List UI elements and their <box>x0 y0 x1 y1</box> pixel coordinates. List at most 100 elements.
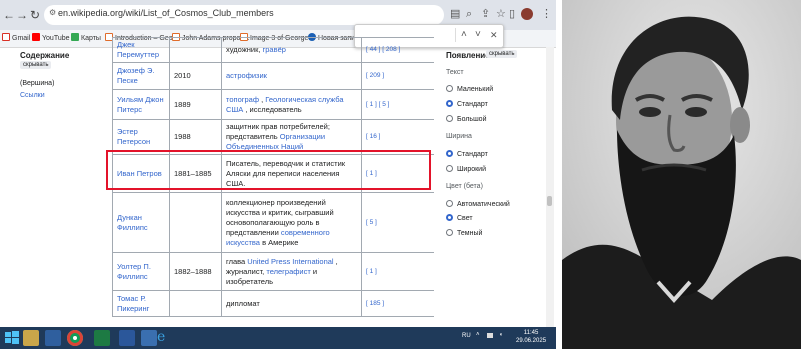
translate-icon[interactable]: ▤ <box>450 8 460 20</box>
reference-link[interactable]: [ 209 ] <box>361 62 434 90</box>
description-text: глава <box>226 256 248 266</box>
clock-date: 29.06.2025 <box>516 338 547 344</box>
internet-explorer-icon[interactable]: e <box>157 329 165 345</box>
color-group-label: Цвет (бета) <box>446 183 483 190</box>
member-name-link[interactable]: Джек Перемуттер <box>117 40 159 59</box>
contents-title: Содержание <box>20 51 70 60</box>
table-row: Дункан Филлипс коллекционер произведений… <box>112 192 434 253</box>
notes-app-icon[interactable] <box>45 330 61 346</box>
contents-hide-button[interactable]: скрывать <box>20 61 52 69</box>
years-cell <box>169 37 222 63</box>
site-info-icon[interactable]: ⚙ <box>49 8 56 17</box>
years-cell <box>169 290 222 317</box>
table-row: Уильям Джон Питерс 1889 топограф , Геоло… <box>112 89 434 120</box>
member-name-link[interactable]: Уолтер П. Филлипс <box>117 262 151 281</box>
file-explorer-icon[interactable] <box>23 330 39 346</box>
start-button[interactable] <box>4 330 20 346</box>
word-icon[interactable] <box>119 330 135 346</box>
reload-icon[interactable]: ↻ <box>28 0 42 30</box>
contents-top-link[interactable]: (Вершина) <box>20 80 54 87</box>
url-text: en.wikipedia.org/wiki/List_of_Cosmos_Clu… <box>58 8 274 18</box>
appearance-hide-button[interactable]: скрывать <box>486 50 518 58</box>
find-prev-icon[interactable]: ˄ <box>461 29 467 40</box>
description-text: , исследователь <box>243 104 302 114</box>
reference-link[interactable]: [ 44 ] [ 208 ] <box>361 37 434 63</box>
maps-icon <box>71 33 79 41</box>
profile-avatar[interactable] <box>521 8 533 20</box>
gmail-icon <box>2 33 10 41</box>
radio-selected-icon <box>446 150 453 157</box>
radio-icon <box>446 85 453 92</box>
share-icon[interactable]: ⇪ <box>481 8 490 20</box>
table-row: Томас Р. Пикеринг дипломат [ 185 ] <box>112 290 434 317</box>
chrome-icon[interactable] <box>67 330 83 346</box>
sidepanel-icon[interactable]: ▯ <box>509 8 515 20</box>
description-link[interactable]: телеграфист <box>266 267 310 276</box>
years-cell: 1882–1888 <box>169 252 222 291</box>
input-language[interactable]: RU <box>462 333 471 339</box>
scrollbar-thumb[interactable] <box>547 196 552 206</box>
width-wide-option[interactable]: Широкий <box>446 165 486 173</box>
member-name-link[interactable]: Эстер Петерсон <box>117 127 150 146</box>
description-text: художник, <box>226 45 263 54</box>
width-group-label: Ширина <box>446 133 472 140</box>
forward-icon[interactable]: → <box>15 0 29 30</box>
table-row: Уолтер П. Филлипс 1882–1888 глава United… <box>112 252 434 291</box>
url-field[interactable]: ⚙ en.wikipedia.org/wiki/List_of_Cosmos_C… <box>44 5 444 25</box>
reference-link[interactable]: [ 185 ] <box>361 290 434 317</box>
reference-link[interactable]: [ 1 ] [ 5 ] <box>361 89 434 120</box>
description-link[interactable]: гравёр <box>263 45 286 54</box>
description-text: в Америке <box>259 237 299 247</box>
radio-icon <box>446 165 453 172</box>
text-size-group-label: Текст <box>446 69 464 76</box>
highlight-box <box>106 150 431 190</box>
table-row: Джек Перемуттер художник, гравёр [ 44 ] … <box>112 37 434 63</box>
member-name-link[interactable]: Томас Р. Пикеринг <box>117 294 149 313</box>
search-icon[interactable]: ⌕ <box>466 8 472 20</box>
contents-sources-link[interactable]: Ссылки <box>20 92 45 99</box>
paint-icon[interactable] <box>141 330 157 346</box>
find-close-icon[interactable]: ✕ <box>490 30 498 41</box>
clock-time: 11:45 <box>523 330 539 336</box>
radio-icon <box>446 229 453 236</box>
radio-icon <box>446 115 453 122</box>
radio-selected-icon <box>446 214 453 221</box>
find-next-icon[interactable]: ˅ <box>475 29 481 40</box>
years-cell: 2010 <box>169 62 222 90</box>
scrollbar[interactable] <box>546 47 554 327</box>
excel-icon[interactable] <box>94 330 110 346</box>
description-link[interactable]: топограф <box>226 95 259 104</box>
color-light-option[interactable]: Свет <box>446 214 473 222</box>
radio-selected-icon <box>446 100 453 107</box>
menu-icon[interactable]: ⋮ <box>541 8 552 20</box>
bookmark-star-icon[interactable]: ☆ <box>496 8 506 20</box>
bookmark-youtube[interactable]: YouTube <box>32 33 70 44</box>
clock[interactable]: 11:45 29.06.2025 <box>516 329 546 345</box>
bookmark-maps[interactable]: Карты <box>71 33 101 44</box>
appearance-title: Появление <box>446 51 490 60</box>
volume-icon[interactable]: ◖ <box>499 332 503 338</box>
member-name-link[interactable]: Дункан Филлипс <box>117 213 148 232</box>
text-size-small-option[interactable]: Маленький <box>446 85 493 93</box>
reference-link[interactable]: [ 5 ] <box>361 192 434 253</box>
youtube-icon <box>32 33 40 41</box>
tray-arrow-icon[interactable]: ˄ <box>476 332 480 338</box>
text-size-standard-option[interactable]: Стандарт <box>446 100 488 108</box>
text-size-large-option[interactable]: Большой <box>446 115 486 123</box>
browser-screenshot: ← → ↻ ⚙ en.wikipedia.org/wiki/List_of_Co… <box>0 0 556 349</box>
description-link[interactable]: United Press International <box>247 257 333 266</box>
member-name-link[interactable]: Уильям Джон Питерс <box>117 95 164 114</box>
reference-link[interactable]: [ 1 ] <box>361 252 434 291</box>
description-link[interactable]: астрофизик <box>226 71 267 80</box>
windows-icon <box>5 331 19 344</box>
color-dark-option[interactable]: Темный <box>446 229 482 237</box>
bookmark-gmail[interactable]: Gmail <box>2 33 30 44</box>
table-row: Джозеф Э. Песке 2010 астрофизик [ 209 ] <box>112 62 434 90</box>
network-icon[interactable] <box>487 333 493 338</box>
radio-icon <box>446 200 453 207</box>
back-icon[interactable]: ← <box>2 0 16 30</box>
width-standard-option[interactable]: Стандарт <box>446 150 488 158</box>
years-cell <box>169 192 222 253</box>
color-auto-option[interactable]: Автоматический <box>446 200 510 208</box>
member-name-link[interactable]: Джозеф Э. Песке <box>117 66 154 85</box>
